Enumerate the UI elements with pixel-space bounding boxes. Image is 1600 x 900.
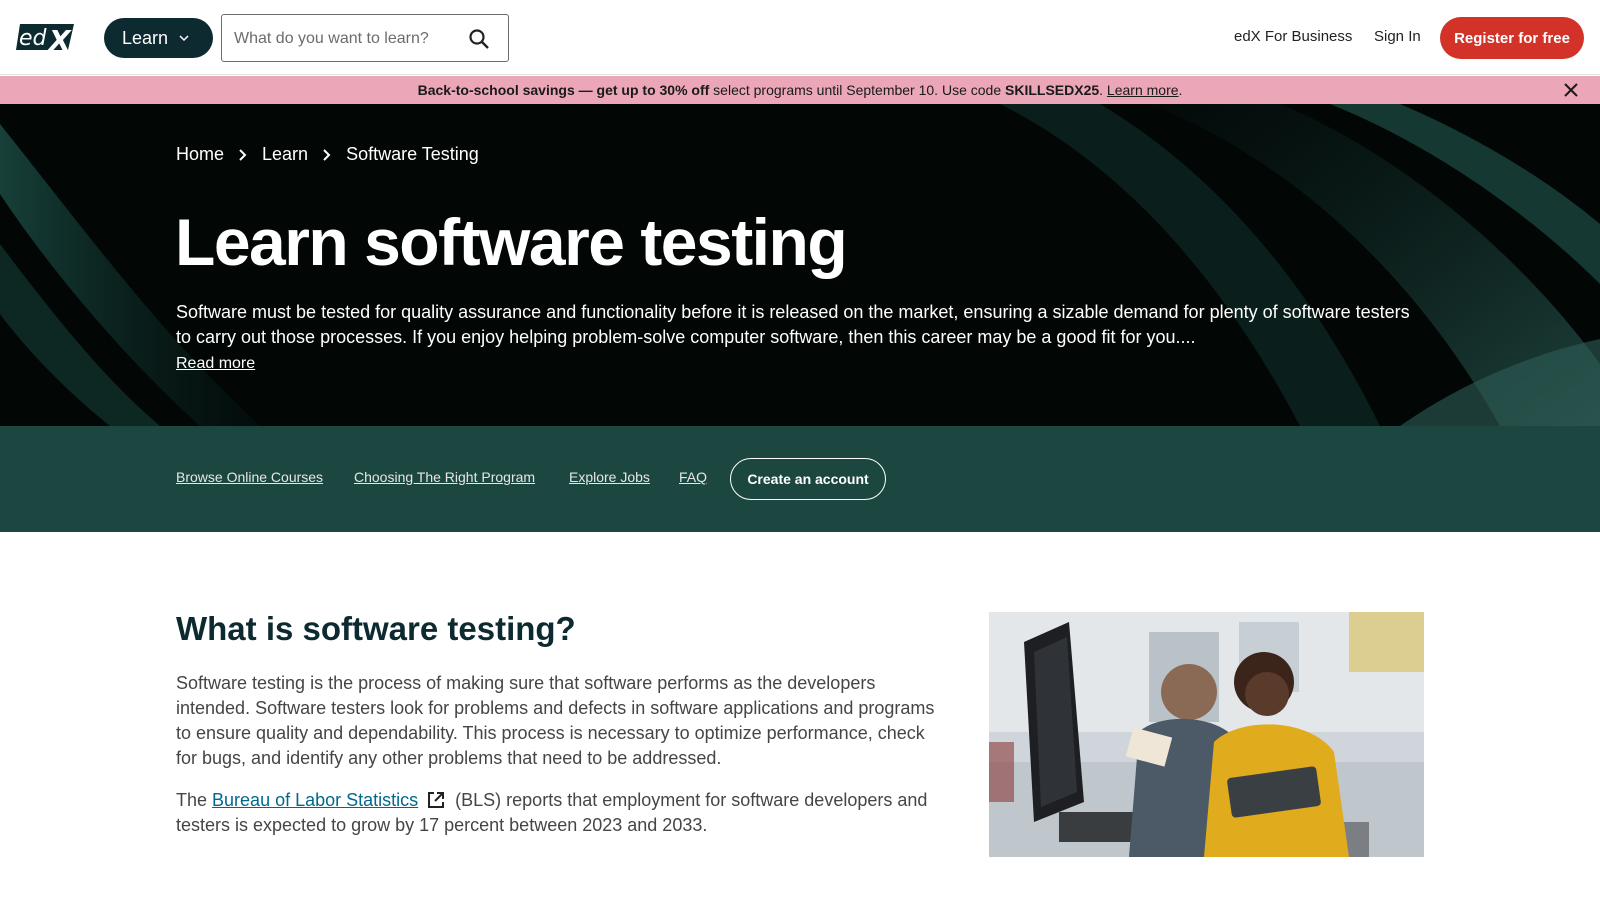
section-nav: Browse Online Courses Choosing The Right… <box>0 426 1600 532</box>
promo-end: . <box>1178 82 1183 98</box>
learn-menu-label: Learn <box>122 27 169 48</box>
section-paragraph: Software testing is the process of makin… <box>176 673 935 768</box>
register-button[interactable]: Register for free <box>1440 17 1584 59</box>
page-title: Learn software testing <box>175 205 848 279</box>
svg-text:ed: ed <box>19 26 48 51</box>
external-link-icon[interactable] <box>426 790 446 810</box>
faq-link[interactable]: FAQ <box>679 469 707 485</box>
explore-jobs-link[interactable]: Explore Jobs <box>569 469 650 485</box>
promo-banner: Back-to-school savings — get up to 30% o… <box>0 76 1600 104</box>
promo-bold-text: Back-to-school savings — get up to 30% o… <box>417 82 710 98</box>
learn-menu-button[interactable]: Learn <box>104 18 213 58</box>
section-heading: What is software testing? <box>176 610 576 647</box>
svg-text:X: X <box>47 24 72 54</box>
promo-learn-more-link[interactable]: Learn more <box>1107 82 1179 98</box>
bls-text-before: The <box>176 790 213 810</box>
breadcrumb-learn[interactable]: Learn <box>262 144 308 165</box>
promo-period: . <box>1099 82 1104 98</box>
edx-for-business-link[interactable]: edX For Business <box>1234 28 1352 45</box>
promo-code: SKILLSEDX25 <box>1005 82 1100 98</box>
search-icon[interactable] <box>468 28 490 50</box>
sign-in-link[interactable]: Sign In <box>1374 28 1421 45</box>
breadcrumb-current: Software Testing <box>346 144 479 164</box>
hero-section: Home Learn Software Testing Learn softwa… <box>0 104 1600 426</box>
breadcrumb-home[interactable]: Home <box>176 144 224 165</box>
choosing-right-program-link[interactable]: Choosing The Right Program <box>354 469 535 485</box>
bls-paragraph: The Bureau of Labor Statistics (BLS) rep… <box>176 788 946 838</box>
chevron-right-icon <box>239 148 247 161</box>
chevron-down-icon <box>179 35 189 42</box>
photo-illustration <box>989 612 1424 857</box>
read-more-link[interactable]: Read more <box>176 355 255 373</box>
breadcrumb: Home Learn Software Testing <box>176 144 479 165</box>
promo-text: select programs until September 10. Use … <box>709 82 1005 98</box>
create-account-button[interactable]: Create an account <box>730 458 886 500</box>
close-icon[interactable] <box>1564 83 1578 97</box>
search-box <box>221 14 509 62</box>
people-at-computer-image <box>989 612 1424 857</box>
search-input[interactable] <box>234 27 454 51</box>
edx-logo-icon[interactable]: ed X <box>16 20 76 54</box>
chevron-right-icon <box>323 148 331 161</box>
hero-description: Software must be tested for quality assu… <box>176 302 1410 347</box>
bls-link[interactable]: Bureau of Labor Statistics <box>212 790 418 810</box>
browse-online-courses-link[interactable]: Browse Online Courses <box>176 469 323 485</box>
top-header: ed X Learn edX For Business Sign In Regi… <box>0 0 1600 75</box>
